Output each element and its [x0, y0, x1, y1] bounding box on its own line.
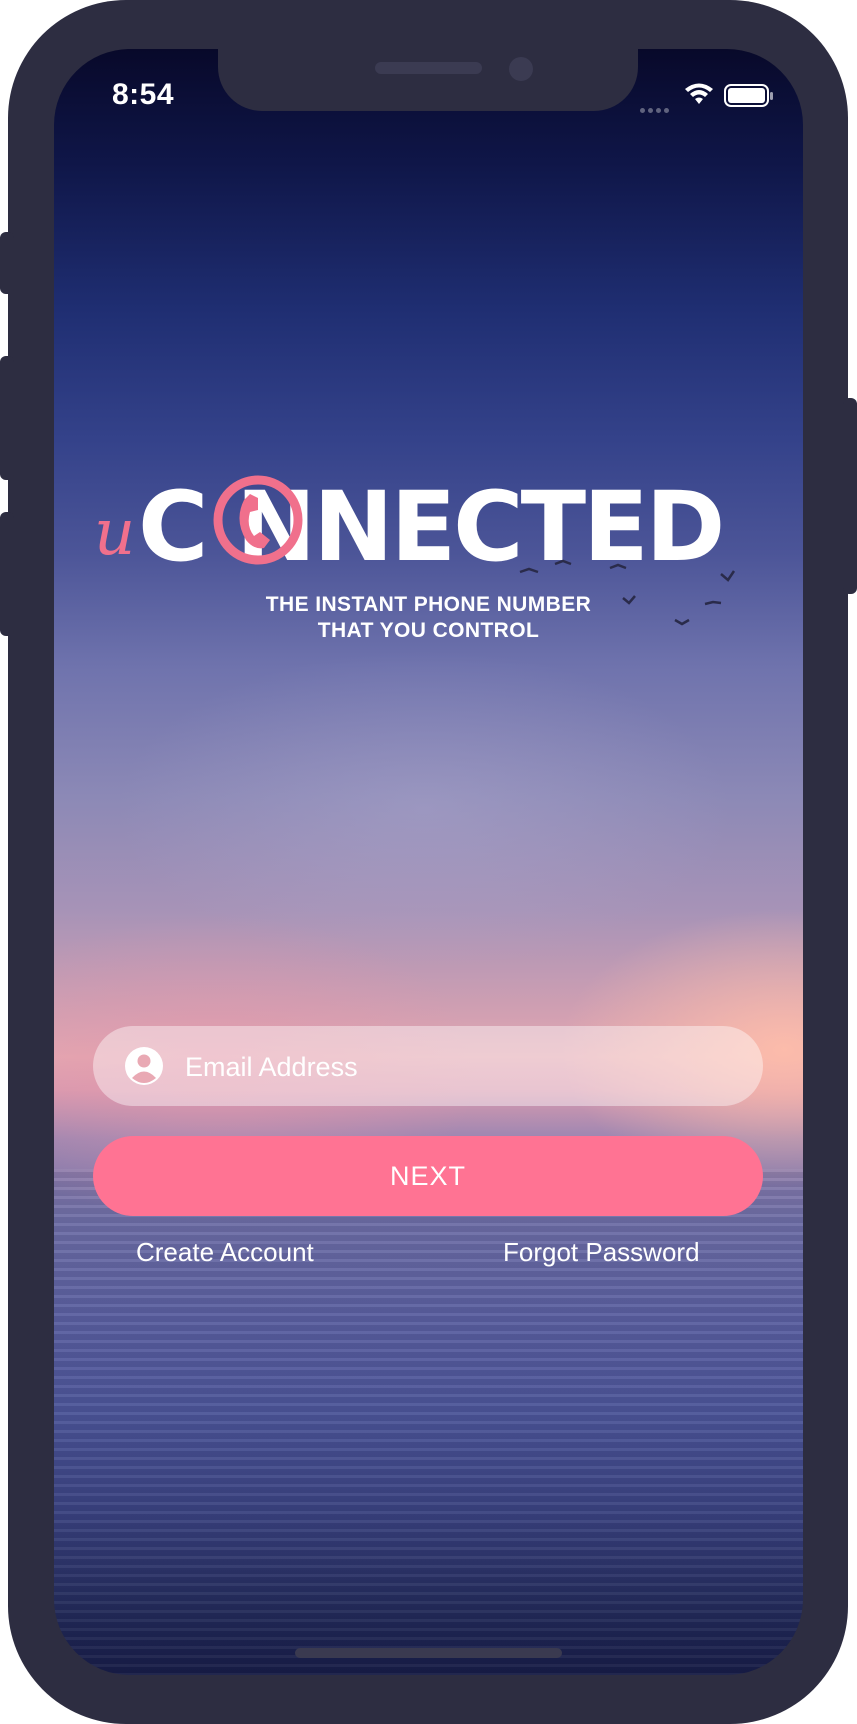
- app-screen: [54, 49, 803, 1675]
- power-button: [843, 398, 857, 594]
- battery-icon: [724, 84, 773, 107]
- email-field[interactable]: [93, 1026, 763, 1108]
- create-account-link[interactable]: Create Account: [136, 1237, 314, 1268]
- cellular-signal-icon: [640, 100, 672, 118]
- mute-switch: [0, 232, 14, 294]
- status-icons: [640, 82, 776, 113]
- birds-decoration: [519, 559, 736, 626]
- user-circle-icon: [125, 1047, 163, 1085]
- volume-down-button: [0, 512, 14, 636]
- wifi-icon: [685, 83, 713, 104]
- email-input[interactable]: [183, 1026, 747, 1108]
- forgot-password-link[interactable]: Forgot Password: [503, 1237, 700, 1268]
- next-button[interactable]: NEXT: [93, 1136, 763, 1216]
- volume-up-button: [0, 356, 14, 480]
- home-indicator[interactable]: [295, 1648, 562, 1658]
- cloud-haze: [114, 649, 734, 969]
- front-camera: [509, 57, 533, 81]
- notch: [218, 49, 638, 111]
- status-time: 8:54: [112, 78, 175, 111]
- logo-prefix: u: [94, 496, 135, 570]
- speaker-grille: [375, 62, 482, 74]
